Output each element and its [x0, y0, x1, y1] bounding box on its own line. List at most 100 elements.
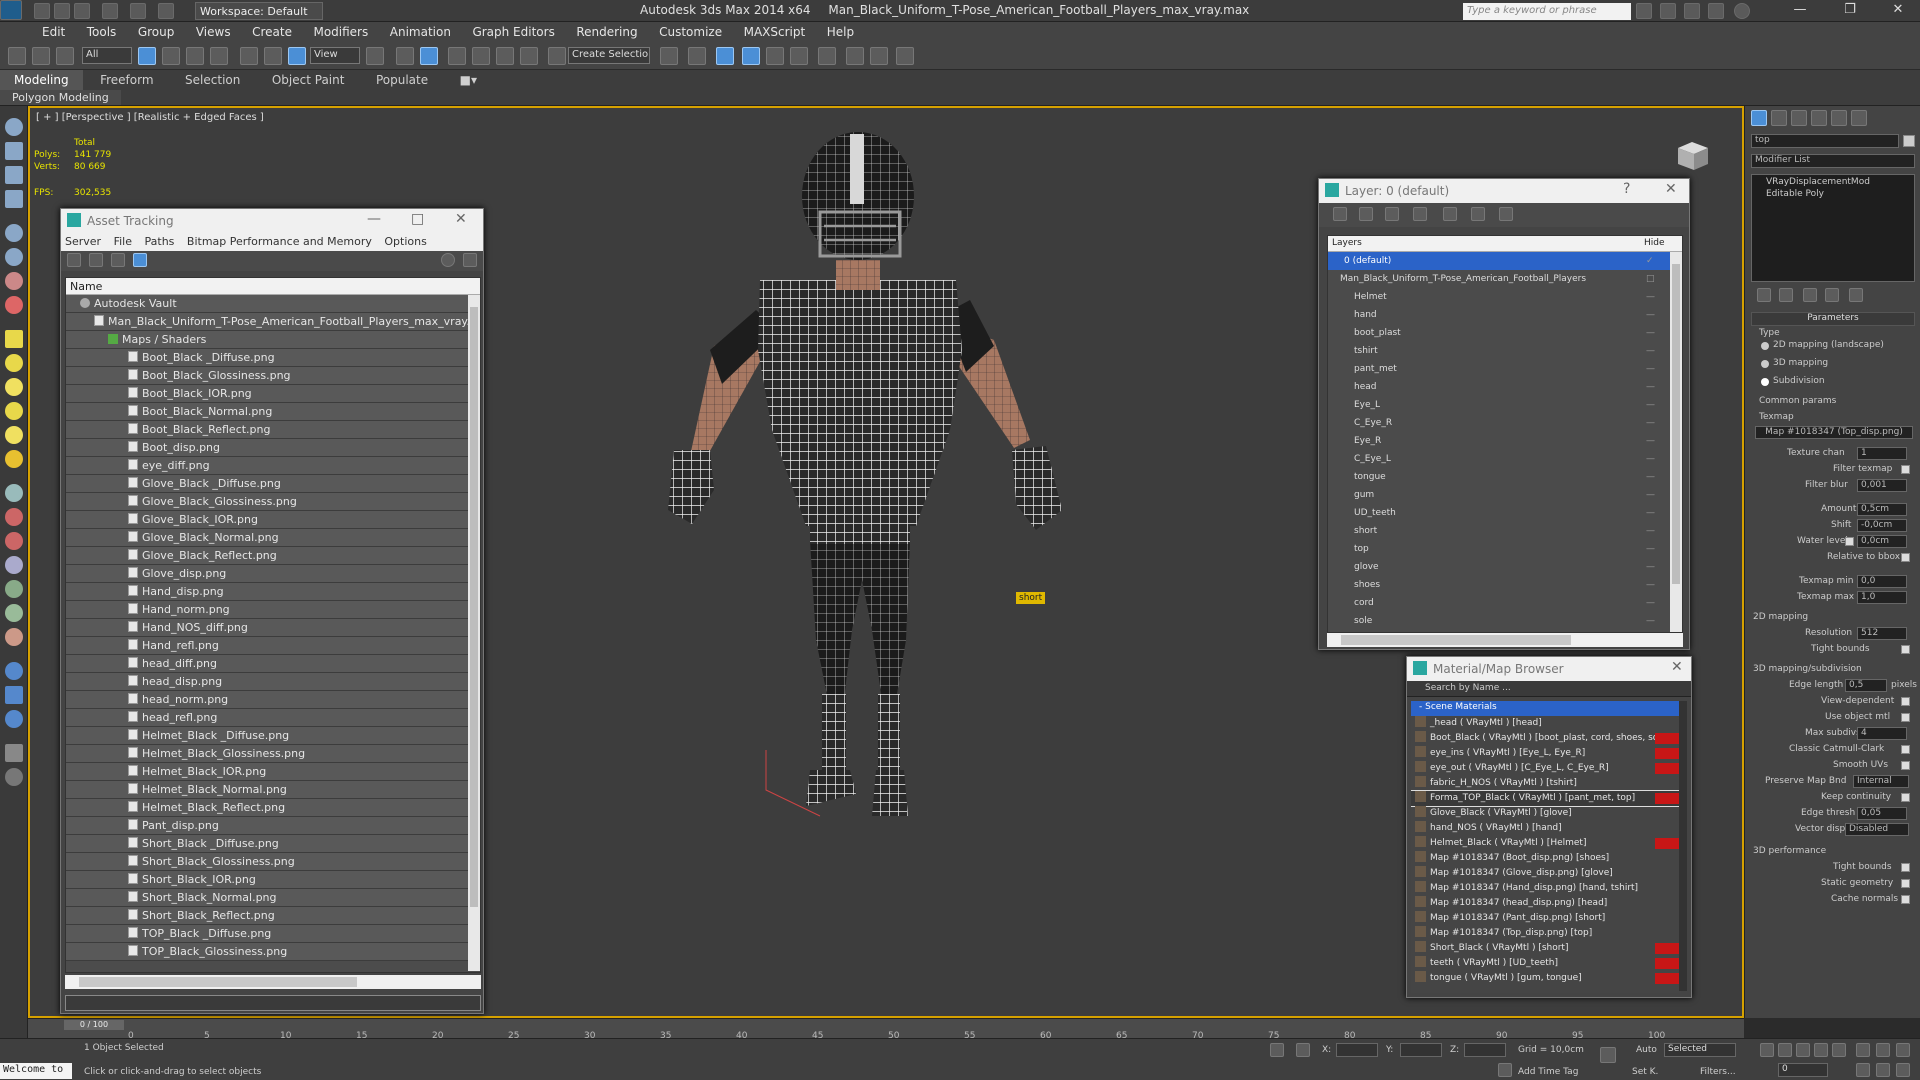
- mirror-icon[interactable]: [660, 47, 678, 65]
- snaps-toggle-icon[interactable]: [448, 47, 466, 65]
- layer-row-child[interactable]: Helmet —: [1328, 288, 1682, 306]
- column-name-header[interactable]: Name: [66, 278, 480, 295]
- keep-continuity-checkbox[interactable]: [1901, 793, 1910, 802]
- texmap-min-spinner[interactable]: 0,0: [1857, 575, 1907, 588]
- layer-row-child[interactable]: C_Eye_L —: [1328, 450, 1682, 468]
- viewport-label[interactable]: [ + ] [Perspective ] [Realistic + Edged …: [36, 112, 264, 123]
- subscription-icon[interactable]: [1660, 3, 1676, 19]
- menu-views[interactable]: Views: [187, 22, 240, 42]
- pin-stack-icon[interactable]: [1757, 288, 1771, 302]
- pan-view-icon[interactable]: [1876, 1063, 1890, 1077]
- highlight-layer-icon[interactable]: [1443, 207, 1457, 221]
- key-filters-button[interactable]: Filters...: [1700, 1067, 1736, 1077]
- modify-tab-icon[interactable]: [1771, 110, 1787, 126]
- y-coordinate-field[interactable]: [1400, 1043, 1442, 1057]
- layer-hide-toggle[interactable]: —: [1646, 576, 1655, 594]
- layer-hide-toggle[interactable]: —: [1646, 360, 1655, 378]
- go-to-start-icon[interactable]: [1760, 1043, 1774, 1057]
- layer-row-child[interactable]: short —: [1328, 522, 1682, 540]
- static-geometry-checkbox[interactable]: [1901, 879, 1910, 888]
- menu-options[interactable]: Options: [384, 235, 426, 248]
- list-item-map[interactable]: Glove_Black _Diffuse.png: [66, 475, 480, 493]
- detail-view-icon[interactable]: [111, 253, 125, 267]
- football-player-model[interactable]: [610, 100, 1090, 820]
- list-item-map[interactable]: Helmet_Black_Reflect.png: [66, 799, 480, 817]
- list-item-map[interactable]: Helmet_Black_Normal.png: [66, 781, 480, 799]
- layer-hide-toggle[interactable]: —: [1646, 432, 1655, 450]
- object-name-field[interactable]: top: [1751, 134, 1899, 148]
- configure-modifier-sets-icon[interactable]: [1849, 288, 1863, 302]
- play-icon[interactable]: [1796, 1043, 1810, 1057]
- reference-coordinate-dropdown[interactable]: View: [310, 47, 360, 64]
- scene-materials-header[interactable]: - Scene Materials: [1411, 701, 1681, 716]
- layer-hide-toggle[interactable]: —: [1646, 612, 1655, 630]
- select-by-name-icon[interactable]: [162, 47, 180, 65]
- rectangular-selection-icon[interactable]: [186, 47, 204, 65]
- field-of-view-icon[interactable]: [1856, 1063, 1870, 1077]
- x-coordinate-field[interactable]: [1336, 1043, 1378, 1057]
- asset-horizontal-scrollbar[interactable]: [65, 975, 481, 989]
- column-layers-header[interactable]: Layers: [1332, 238, 1362, 248]
- material-vertical-scrollbar[interactable]: [1679, 701, 1687, 991]
- layer-row-child[interactable]: pant_met —: [1328, 360, 1682, 378]
- project-folder-icon[interactable]: [158, 3, 174, 19]
- radio-3d-mapping[interactable]: [1761, 360, 1769, 368]
- vector-displ-dropdown[interactable]: Disabled: [1845, 823, 1909, 836]
- material-row[interactable]: Boot_Black ( VRayMtl ) [boot_plast, cord…: [1411, 731, 1681, 746]
- keyboard-shortcut-icon[interactable]: [420, 47, 438, 65]
- dialog-close-button[interactable]: ✕: [455, 211, 467, 227]
- material-row[interactable]: eye_ins ( VRayMtl ) [Eye_L, Eye_R]: [1411, 746, 1681, 761]
- layer-dialog-titlebar[interactable]: Layer: 0 (default) ? ✕: [1319, 179, 1689, 203]
- layer-hide-toggle[interactable]: —: [1646, 450, 1655, 468]
- save-file-icon[interactable]: [74, 3, 90, 19]
- table-view-icon[interactable]: [133, 253, 147, 267]
- freeze-all-icon[interactable]: [1499, 207, 1513, 221]
- omni-light-icon[interactable]: [5, 354, 23, 372]
- menu-paths[interactable]: Paths: [145, 235, 175, 248]
- current-frame-field[interactable]: 0: [1778, 1063, 1828, 1077]
- menu-maxscript[interactable]: MAXScript: [735, 22, 815, 42]
- list-item-map[interactable]: Boot_Black_Reflect.png: [66, 421, 480, 439]
- perf-tight-bounds-checkbox[interactable]: [1901, 863, 1910, 872]
- list-item-map[interactable]: Helmet_Black_IOR.png: [66, 763, 480, 781]
- cache-normals-checkbox[interactable]: [1901, 895, 1910, 904]
- list-item-map[interactable]: Helmet_Black_Glossiness.png: [66, 745, 480, 763]
- layer-row-child[interactable]: sole —: [1328, 612, 1682, 630]
- refresh-icon[interactable]: [67, 253, 81, 267]
- menu-modifiers[interactable]: Modifiers: [304, 22, 377, 42]
- tab-selection[interactable]: Selection: [171, 70, 254, 90]
- select-link-icon[interactable]: [8, 47, 26, 65]
- particle-icon[interactable]: [5, 532, 23, 550]
- next-frame-icon[interactable]: [1814, 1043, 1828, 1057]
- tab-object-paint[interactable]: Object Paint: [258, 70, 359, 90]
- dialog-help-button[interactable]: ?: [1623, 181, 1630, 197]
- edge-thresh-spinner[interactable]: 0,05: [1857, 807, 1907, 820]
- dialog-close-button[interactable]: ✕: [1665, 181, 1677, 197]
- sphere-light-icon[interactable]: [5, 378, 23, 396]
- list-item-map[interactable]: Hand_NOS_diff.png: [66, 619, 480, 637]
- asset-vertical-scrollbar[interactable]: [468, 295, 480, 971]
- list-item-map[interactable]: Short_Black_Normal.png: [66, 889, 480, 907]
- auto-key-button[interactable]: Auto: [1636, 1045, 1657, 1055]
- new-layer-icon[interactable]: [1333, 207, 1347, 221]
- remove-modifier-icon[interactable]: [1825, 288, 1839, 302]
- rectangle-light-icon[interactable]: [5, 330, 23, 348]
- layer-hide-toggle[interactable]: —: [1646, 324, 1655, 342]
- settings-icon[interactable]: [463, 253, 477, 267]
- menu-animation[interactable]: Animation: [381, 22, 460, 42]
- zoom-icon[interactable]: [1856, 1043, 1870, 1057]
- layer-row-child[interactable]: gum —: [1328, 486, 1682, 504]
- ribbon-options-icon[interactable]: ■▾: [446, 70, 491, 90]
- preserve-map-bnd-dropdown[interactable]: Internal: [1853, 775, 1909, 788]
- absolute-mode-icon[interactable]: [1296, 1043, 1310, 1057]
- radio-subdivision[interactable]: [1761, 378, 1769, 386]
- tab-populate[interactable]: Populate: [362, 70, 442, 90]
- undo-icon[interactable]: [102, 3, 118, 19]
- texmap-max-spinner[interactable]: 1,0: [1857, 591, 1907, 604]
- list-item-map[interactable]: Hand_disp.png: [66, 583, 480, 601]
- communication-icon[interactable]: [1684, 3, 1700, 19]
- teapot-icon[interactable]: [5, 118, 23, 136]
- texture-chan-spinner[interactable]: 1: [1857, 447, 1907, 460]
- show-end-result-icon[interactable]: [1779, 288, 1793, 302]
- layer-row-child[interactable]: top —: [1328, 540, 1682, 558]
